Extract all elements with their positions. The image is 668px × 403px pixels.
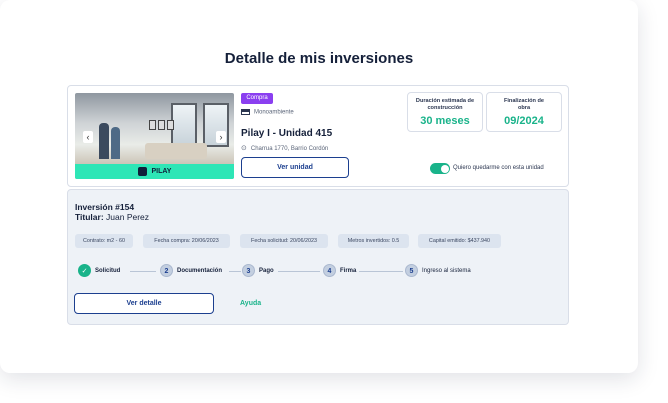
step-label: Ingreso al sistema <box>422 268 471 275</box>
brand-strip: PILAY <box>75 164 234 179</box>
person-figure <box>99 123 109 159</box>
view-unit-button[interactable]: Ver unidad <box>241 157 349 178</box>
property-type-label: Monoambiente <box>254 109 294 116</box>
property-photo-carousel[interactable]: ‹ › PILAY <box>75 93 234 179</box>
chevron-left-icon[interactable]: ‹ <box>83 131 93 143</box>
step-request: ✓ Solicitud <box>78 264 120 278</box>
wall-frames <box>149 117 176 135</box>
keep-unit-label: Quiero quedarme con esta unidad <box>453 165 544 171</box>
step-connector <box>359 271 403 272</box>
step-label: Firma <box>340 268 357 275</box>
chevron-right-icon[interactable]: › <box>216 131 226 143</box>
step-label: Solicitud <box>95 268 121 275</box>
investment-title: Inversión #154 <box>75 202 135 212</box>
help-link[interactable]: Ayuda <box>240 300 261 307</box>
step-number: 4 <box>323 264 336 277</box>
purchase-date-chip: Fecha compra: 20/06/2023 <box>143 234 230 248</box>
request-date-chip: Fecha solicitud: 20/06/2023 <box>240 234 328 248</box>
step-label: Documentación <box>177 268 223 275</box>
step-system-entry: 5 Ingreso al sistema <box>405 264 471 278</box>
step-number: 5 <box>405 264 418 277</box>
unit-name: Pilay I - Unidad 415 <box>241 128 333 139</box>
holder-line: Titular: Juan Perez <box>75 212 149 222</box>
view-detail-button[interactable]: Ver detalle <box>74 293 214 314</box>
capital-chip: Capital emitido: $437.940 <box>418 234 501 248</box>
bed-icon <box>241 109 250 115</box>
stat-label: Duración estimada de construcción <box>415 98 475 111</box>
meters-chip: Metros invertidos: 0.5 <box>338 234 409 248</box>
step-number: 2 <box>160 264 173 277</box>
stat-label: Finalización de obra <box>503 98 545 111</box>
location-pin-icon: ⊙ <box>241 145 247 152</box>
completion-date-card: Finalización de obra 09/2024 <box>486 92 562 132</box>
pilay-logo-icon <box>137 166 147 176</box>
step-connector <box>278 271 320 272</box>
holder-name: Juan Perez <box>106 212 150 222</box>
property-type: Monoambiente <box>241 109 294 116</box>
step-connector <box>229 271 241 272</box>
status-badge: Compra <box>241 93 273 104</box>
contract-chip: Contrato: m2 - 60 <box>75 234 133 248</box>
person-figure <box>111 127 120 159</box>
stat-value: 09/2024 <box>504 115 544 127</box>
step-number: 3 <box>242 264 255 277</box>
step-documentation: 2 Documentación <box>160 264 222 278</box>
unit-address: ⊙ Charrua 1770, Barrio Cordón <box>241 144 328 152</box>
step-signature: 4 Firma <box>323 264 356 278</box>
address-text: Charrua 1770, Barrio Cordón <box>250 146 329 152</box>
page-title: Detalle de mis inversiones <box>224 50 414 67</box>
holder-label: Titular: <box>75 212 104 222</box>
step-connector <box>130 271 156 272</box>
brand-name: PILAY <box>151 168 172 175</box>
construction-duration-card: Duración estimada de construcción 30 mes… <box>407 92 483 132</box>
keep-unit-toggle[interactable] <box>430 163 450 174</box>
sofa-decor <box>145 143 207 159</box>
check-icon: ✓ <box>78 264 91 277</box>
progress-stepper: ✓ Solicitud 2 Documentación 3 Pago 4 Firma 5… <box>78 264 498 278</box>
step-payment: 3 Pago <box>242 264 274 278</box>
step-label: Pago <box>259 268 274 275</box>
stat-value: 30 meses <box>420 115 470 127</box>
